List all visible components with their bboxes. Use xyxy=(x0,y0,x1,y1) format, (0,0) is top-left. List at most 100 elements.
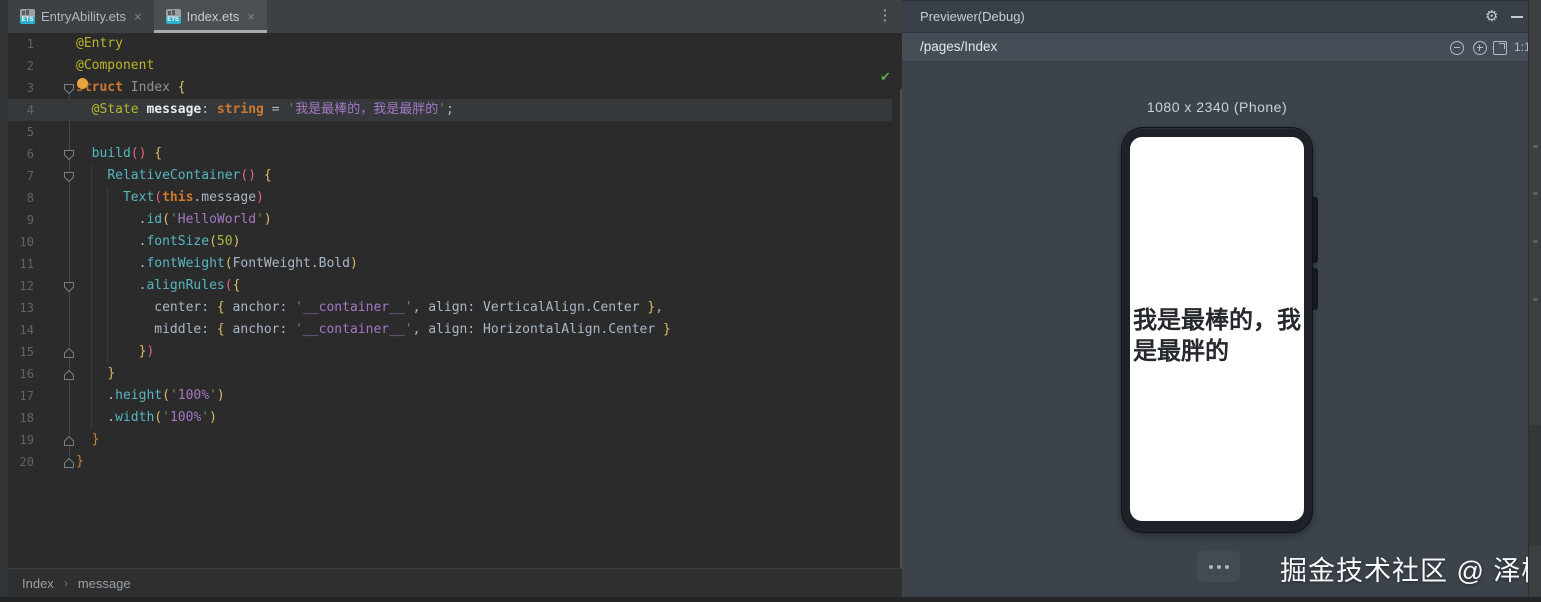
code-line[interactable]: middle: { anchor: '__container__', align… xyxy=(76,319,671,341)
line-number[interactable]: 14 xyxy=(8,319,34,341)
line-number[interactable]: 11 xyxy=(8,253,34,275)
code-line[interactable]: } xyxy=(76,363,115,385)
code-line[interactable]: build() { xyxy=(76,143,162,165)
phone-power-button xyxy=(1313,268,1318,310)
fit-to-window-icon[interactable] xyxy=(1493,41,1507,55)
line-number[interactable]: 4 xyxy=(8,99,34,121)
code-editor[interactable]: 1 @Entry 2 @Component 3 struct Index { 4 @Stat… xyxy=(8,33,907,586)
fold-open-icon[interactable] xyxy=(63,280,75,293)
right-tool-stripe[interactable] xyxy=(1528,0,1541,602)
fold-open-icon[interactable] xyxy=(63,82,75,95)
code-line[interactable]: } xyxy=(76,429,100,451)
line-number[interactable]: 18 xyxy=(8,407,34,429)
code-line[interactable]: } xyxy=(76,451,84,473)
code-line[interactable]: @State message: string = '我是最棒的，我是最胖的'; xyxy=(76,99,454,121)
fold-close-icon[interactable] xyxy=(63,456,75,468)
phone-mockup: 我是最棒的，我是最胖的 xyxy=(1121,127,1313,533)
code-token: ' xyxy=(209,388,217,403)
code-token: message xyxy=(146,102,202,117)
code-token: ( xyxy=(224,278,233,293)
code-token: 我是最棒的，我是最胖的 xyxy=(295,102,439,117)
line-number[interactable]: 3 xyxy=(8,77,34,99)
breadcrumb-item-message[interactable]: message xyxy=(78,576,131,591)
line-number[interactable]: 10 xyxy=(8,231,34,253)
phone-volume-button xyxy=(1313,197,1318,263)
code-line[interactable]: @Component xyxy=(76,55,154,77)
fold-close-icon[interactable] xyxy=(63,346,75,358)
line-number[interactable]: 5 xyxy=(8,121,34,143)
code-token: height xyxy=(115,388,163,403)
code-line[interactable]: Text(this.message) xyxy=(76,187,264,209)
analysis-ok-check-icon[interactable]: ✔ xyxy=(880,69,891,85)
code-token: build xyxy=(91,146,131,161)
line-number[interactable]: 16 xyxy=(8,363,34,385)
fold-open-icon[interactable] xyxy=(63,148,75,161)
code-token: RelativeContainer xyxy=(107,168,241,183)
code-line[interactable]: .id('HelloWorld') xyxy=(76,209,272,231)
close-icon[interactable]: × xyxy=(134,9,142,24)
code-token: middle: xyxy=(76,322,217,337)
code-token: ' xyxy=(169,388,178,403)
tab-entryability[interactable]: ETS EntryAbility.ets × xyxy=(8,0,154,33)
devstudio-window: ETS EntryAbility.ets × ETS Index.ets × ⋮… xyxy=(0,0,1541,602)
gear-icon[interactable]: ⚙ xyxy=(1485,7,1498,25)
code-token: . xyxy=(76,234,147,249)
code-line[interactable]: .fontWeight(FontWeight.Bold) xyxy=(76,253,358,275)
line-number[interactable]: 13 xyxy=(8,297,34,319)
minimize-icon[interactable] xyxy=(1511,16,1523,18)
zoom-in-icon[interactable] xyxy=(1473,41,1487,55)
code-token: ' xyxy=(201,410,210,425)
code-token: width xyxy=(115,410,155,425)
editor-options-kebab-icon[interactable]: ⋮ xyxy=(876,6,894,24)
line-number[interactable]: 15 xyxy=(8,341,34,363)
code-line[interactable]: RelativeContainer() { xyxy=(76,165,271,187)
phone-screen[interactable]: 我是最棒的，我是最胖的 xyxy=(1130,137,1304,521)
line-number[interactable]: 12 xyxy=(8,275,34,297)
code-line[interactable]: @Entry xyxy=(76,33,123,55)
code-token: . xyxy=(76,410,116,425)
code-token: () xyxy=(240,168,257,183)
fold-open-icon[interactable] xyxy=(63,170,75,183)
code-token: ' xyxy=(162,410,170,425)
code-line[interactable]: struct Index { xyxy=(76,77,186,99)
intention-bulb-icon[interactable] xyxy=(77,78,88,89)
code-token: ' xyxy=(295,300,303,315)
line-number[interactable]: 2 xyxy=(8,55,34,77)
code-token: } xyxy=(663,322,671,337)
line-number[interactable]: 6 xyxy=(8,143,34,165)
code-token: ' xyxy=(256,212,264,227)
code-line[interactable]: .alignRules({ xyxy=(76,275,241,297)
line-number[interactable]: 1 xyxy=(8,33,34,55)
line-number[interactable]: 19 xyxy=(8,429,34,451)
previewer-header: Previewer(Debug) ⚙ xyxy=(902,0,1528,33)
code-line[interactable]: }) xyxy=(76,341,155,363)
right-stripe-scroll xyxy=(1529,425,1541,545)
code-token: = xyxy=(263,102,288,117)
tab-index[interactable]: ETS Index.ets × xyxy=(153,0,267,33)
fold-close-icon[interactable] xyxy=(63,434,75,446)
code-token: string xyxy=(216,102,264,117)
zoom-out-icon[interactable] xyxy=(1450,41,1464,55)
code-token: ( xyxy=(209,234,217,249)
chevron-right-icon: › xyxy=(63,576,68,590)
code-token: ) xyxy=(256,190,264,205)
code-line[interactable]: .height('100%') xyxy=(76,385,224,407)
more-options-button[interactable] xyxy=(1197,551,1240,582)
line-number[interactable]: 8 xyxy=(8,187,34,209)
code-line[interactable]: center: { anchor: '__container__', align… xyxy=(76,297,663,319)
line-number[interactable]: 20 xyxy=(8,451,34,473)
code-line[interactable]: .fontSize(50) xyxy=(76,231,241,253)
code-line[interactable]: .width('100%') xyxy=(76,407,217,429)
close-icon[interactable]: × xyxy=(247,9,255,24)
line-number[interactable]: 17 xyxy=(8,385,34,407)
line-number[interactable]: 9 xyxy=(8,209,34,231)
line-number[interactable]: 7 xyxy=(8,165,34,187)
breadcrumb-item-index[interactable]: Index xyxy=(22,576,54,591)
code-token: Text xyxy=(122,190,155,205)
fold-close-icon[interactable] xyxy=(63,368,75,380)
